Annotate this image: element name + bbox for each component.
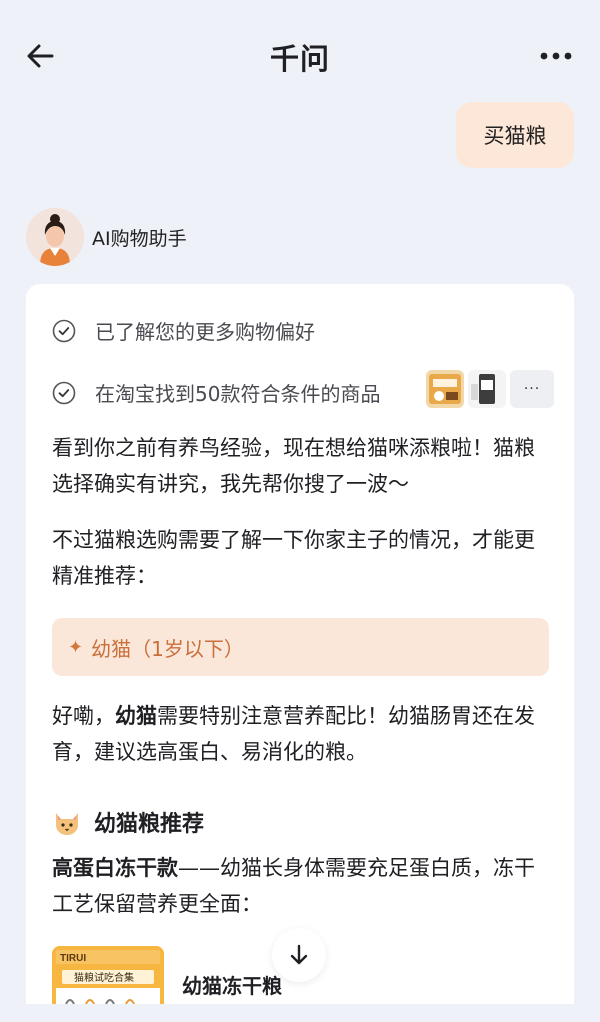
product-thumbnails: ··· <box>426 370 554 408</box>
avatar[interactable] <box>26 208 84 266</box>
message-paragraph: 高蛋白冻干款——幼猫长身体需要充足蛋白质，冻干工艺保留营养更全面： <box>52 850 552 922</box>
bold-text: 高蛋白冻干款 <box>52 856 178 880</box>
section-title-text: 幼猫粮推荐 <box>94 812 205 837</box>
page-title: 千问 <box>269 42 330 76</box>
arrow-down-icon <box>290 944 308 965</box>
more-horizontal-icon <box>540 52 572 60</box>
section-heading: 幼猫粮推荐 <box>52 806 204 838</box>
assistant-avatar <box>26 208 84 266</box>
more-products-button[interactable]: ··· <box>510 370 554 408</box>
more-label: ··· <box>523 381 541 397</box>
product-thumbnail[interactable] <box>426 370 464 408</box>
step-label: 在淘宝找到50款符合条件的商品 <box>95 382 381 406</box>
message-paragraph: 不过猫粮选购需要了解一下你家主子的情况，才能更精准推荐： <box>52 528 535 588</box>
check-circle-icon <box>52 381 76 404</box>
product-thumbnail-image <box>468 370 506 408</box>
message-paragraph: 看到你之前有养鸟经验，现在想给猫咪添粮啦！猫粮选择确实有讲究，我先帮你搜了一波～ <box>52 436 535 496</box>
step-preferences: 已了解您的更多购物偏好 <box>52 316 315 345</box>
assistant-name: AI购物助手 <box>92 227 187 250</box>
sparkle-icon: ✦ <box>68 636 84 658</box>
bottom-edge <box>0 1004 600 1022</box>
text-span: 好嘞， <box>52 704 115 728</box>
scroll-to-bottom-button[interactable] <box>272 928 326 982</box>
more-options-button[interactable] <box>534 40 578 72</box>
option-label: 幼猫（1岁以下） <box>91 636 244 661</box>
step-search-results: 在淘宝找到50款符合条件的商品 <box>52 378 380 407</box>
cat-face-icon <box>56 813 78 835</box>
assistant-message-card: 已了解您的更多购物偏好 在淘宝找到50款符合条件的商品 ··· 看到你之前有养鸟… <box>26 284 574 1022</box>
product-thumbnail[interactable] <box>468 370 506 408</box>
user-message-bubble: 买猫粮 <box>456 102 574 168</box>
step-label: 已了解您的更多购物偏好 <box>95 320 315 344</box>
user-message-text: 买猫粮 <box>483 124 547 148</box>
assistant-header: AI购物助手 <box>26 208 187 266</box>
product-thumbnail-image <box>426 370 464 408</box>
check-circle-icon <box>52 319 76 342</box>
bold-text: 幼猫 <box>115 704 157 728</box>
message-paragraph: 好嘞，幼猫需要特别注意营养配比！幼猫肠胃还在发育，建议选高蛋白、易消化的粮。 <box>52 698 552 770</box>
top-bar: 千问 <box>0 0 600 110</box>
product-img-label: 猫粮试吃合集 <box>74 971 134 984</box>
product-name[interactable]: 幼猫冻干粮 <box>182 970 282 999</box>
product-brand: TIRUI <box>60 953 86 964</box>
option-kitten[interactable]: ✦ 幼猫（1岁以下） <box>52 618 549 676</box>
